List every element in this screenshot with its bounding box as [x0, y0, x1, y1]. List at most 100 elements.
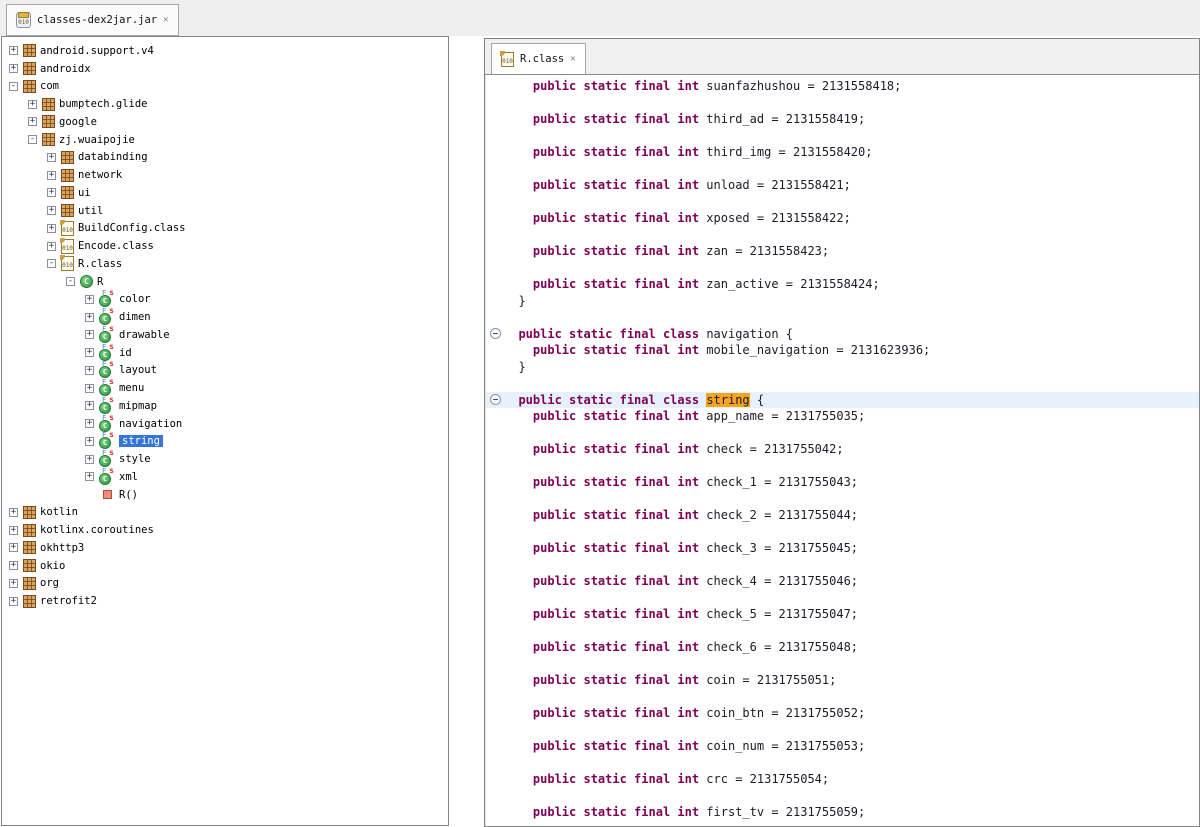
tree-item-kotlin[interactable]: + kotlin	[2, 504, 448, 522]
code-blank-line[interactable]	[486, 458, 1199, 475]
tree-item-retrofit2[interactable]: + retrofit2	[2, 592, 448, 610]
expand-toggle-icon[interactable]: +	[9, 578, 18, 588]
expand-toggle-icon[interactable]: +	[47, 152, 56, 162]
tree-item-string[interactable]: + Fs C string	[2, 431, 448, 451]
expand-toggle-icon[interactable]: +	[9, 507, 18, 517]
expand-toggle-icon[interactable]: +	[28, 99, 37, 109]
tree-item-dimen[interactable]: + Fs C dimen	[2, 307, 448, 326]
fold-collapse-icon[interactable]	[489, 328, 501, 340]
code-blank-line[interactable]	[486, 309, 1199, 326]
tree-item-xml[interactable]: + Fs C xml	[2, 466, 448, 486]
expand-toggle-icon[interactable]: +	[9, 543, 18, 553]
expand-toggle-icon[interactable]: +	[9, 525, 18, 535]
code-blank-line[interactable]	[486, 623, 1199, 640]
code-line[interactable]: public static final class navigation {	[486, 326, 1199, 343]
expand-toggle-icon[interactable]: +	[85, 401, 94, 411]
tree-item-r[interactable]: R()	[2, 486, 448, 504]
code-line[interactable]: public static final int check_6 = 213175…	[486, 639, 1199, 656]
tree-item-ui[interactable]: + ui	[2, 184, 448, 202]
tree-item-network[interactable]: + network	[2, 166, 448, 184]
expand-toggle-icon[interactable]: +	[47, 188, 56, 198]
code-blank-line[interactable]	[486, 689, 1199, 706]
tree-item-com[interactable]: - com	[2, 78, 448, 96]
code-line[interactable]: public static final int check = 21317550…	[486, 441, 1199, 458]
expand-toggle-icon[interactable]: +	[85, 294, 94, 304]
code-blank-line[interactable]	[486, 557, 1199, 574]
code-blank-line[interactable]	[486, 260, 1199, 277]
tree-item-navigation[interactable]: + Fs C navigation	[2, 413, 448, 433]
tree-item-org[interactable]: + org	[2, 575, 448, 593]
expand-toggle-icon[interactable]: +	[85, 330, 94, 340]
code-line[interactable]: public static final int coin = 213175505…	[486, 672, 1199, 689]
code-line[interactable]: public static final int zan = 2131558423…	[486, 243, 1199, 260]
code-blank-line[interactable]	[486, 425, 1199, 442]
expand-toggle-icon[interactable]: +	[85, 365, 94, 375]
expand-toggle-icon[interactable]: +	[9, 561, 18, 571]
expand-toggle-icon[interactable]: +	[28, 117, 37, 127]
expand-toggle-icon[interactable]: +	[47, 206, 56, 216]
tree-item-id[interactable]: + Fs C id	[2, 342, 448, 362]
code-line[interactable]: public static final int unload = 2131558…	[486, 177, 1199, 194]
code-blank-line[interactable]	[486, 590, 1199, 607]
tree-item-style[interactable]: + Fs C style	[2, 449, 448, 468]
code-line[interactable]: public static final int crc = 2131755054…	[486, 771, 1199, 788]
tree-item-mipmap[interactable]: + Fs C mipmap	[2, 395, 448, 415]
code-line[interactable]: public static final int check_2 = 213175…	[486, 507, 1199, 524]
tree-item-r-class[interactable]: -010 R.class	[2, 255, 448, 273]
fold-collapse-icon[interactable]	[489, 394, 501, 406]
code-area[interactable]: public static final int suanfazhushou = …	[485, 75, 1199, 826]
expand-toggle-icon[interactable]: +	[47, 241, 56, 251]
tree-item-color[interactable]: + Fs C color	[2, 289, 448, 309]
expand-toggle-icon[interactable]: +	[85, 348, 94, 358]
code-blank-line[interactable]	[486, 227, 1199, 244]
code-line[interactable]: public static final int third_img = 2131…	[486, 144, 1199, 161]
editor-tab-close-icon[interactable]: ✕	[570, 54, 575, 64]
tab-r-class[interactable]: 010 R.class ✕	[491, 43, 586, 74]
code-line[interactable]: public static final int check_1 = 213175…	[486, 474, 1199, 491]
expand-toggle-icon[interactable]: +	[9, 596, 18, 606]
collapse-toggle-icon[interactable]: -	[47, 259, 56, 269]
code-line[interactable]: public static final int app_name = 21317…	[486, 408, 1199, 425]
tree-item-okio[interactable]: + okio	[2, 557, 448, 575]
expand-toggle-icon[interactable]: +	[85, 436, 94, 446]
tree-item-bumptech-glide[interactable]: + bumptech.glide	[2, 95, 448, 113]
code-line[interactable]: }	[486, 293, 1199, 310]
expand-toggle-icon[interactable]: +	[47, 223, 56, 233]
code-line[interactable]: public static final int coin_num = 21317…	[486, 738, 1199, 755]
code-line[interactable]: public static final class string {	[486, 391, 1199, 408]
code-line[interactable]: public static final int zan_active = 213…	[486, 276, 1199, 293]
collapse-toggle-icon[interactable]: -	[66, 277, 75, 287]
tree-item-menu[interactable]: + Fs C menu	[2, 378, 448, 397]
expand-toggle-icon[interactable]: +	[9, 46, 18, 56]
code-blank-line[interactable]	[486, 491, 1199, 508]
tree-item-databinding[interactable]: + databinding	[2, 149, 448, 167]
expand-toggle-icon[interactable]: +	[9, 64, 18, 74]
code-blank-line[interactable]	[486, 788, 1199, 805]
code-blank-line[interactable]	[486, 722, 1199, 739]
code-line[interactable]: public static final int coin_btn = 21317…	[486, 705, 1199, 722]
expand-toggle-icon[interactable]: +	[85, 454, 94, 464]
code-line[interactable]: public static final int check_3 = 213175…	[486, 540, 1199, 557]
tree-item-layout[interactable]: + Fs C layout	[2, 360, 448, 380]
code-line[interactable]: public static final int check_4 = 213175…	[486, 573, 1199, 590]
collapse-toggle-icon[interactable]: -	[28, 135, 37, 145]
tree-item-r[interactable]: -CR	[2, 273, 448, 291]
code-blank-line[interactable]	[486, 656, 1199, 673]
expand-toggle-icon[interactable]: +	[85, 383, 94, 393]
main-tab-close-icon[interactable]: ✕	[163, 15, 168, 25]
code-line[interactable]: public static final int mobile_navigatio…	[486, 342, 1199, 359]
code-blank-line[interactable]	[486, 95, 1199, 112]
code-line[interactable]: public static final int xposed = 2131558…	[486, 210, 1199, 227]
code-blank-line[interactable]	[486, 161, 1199, 178]
tree-item-buildconfig-class[interactable]: +010 BuildConfig.class	[2, 219, 448, 238]
tree-item-android-support-v4[interactable]: + android.support.v4	[2, 42, 448, 60]
tree-item-androidx[interactable]: + androidx	[2, 60, 448, 78]
tree-item-kotlinx-coroutines[interactable]: + kotlinx.coroutines	[2, 521, 448, 539]
code-blank-line[interactable]	[486, 375, 1199, 392]
tree-item-util[interactable]: + util	[2, 202, 448, 220]
tree-item-encode-class[interactable]: +010 Encode.class	[2, 237, 448, 255]
tree-item-drawable[interactable]: + Fs C drawable	[2, 324, 448, 344]
expand-toggle-icon[interactable]: +	[85, 312, 94, 322]
expand-toggle-icon[interactable]: +	[85, 472, 94, 482]
code-blank-line[interactable]	[486, 755, 1199, 772]
